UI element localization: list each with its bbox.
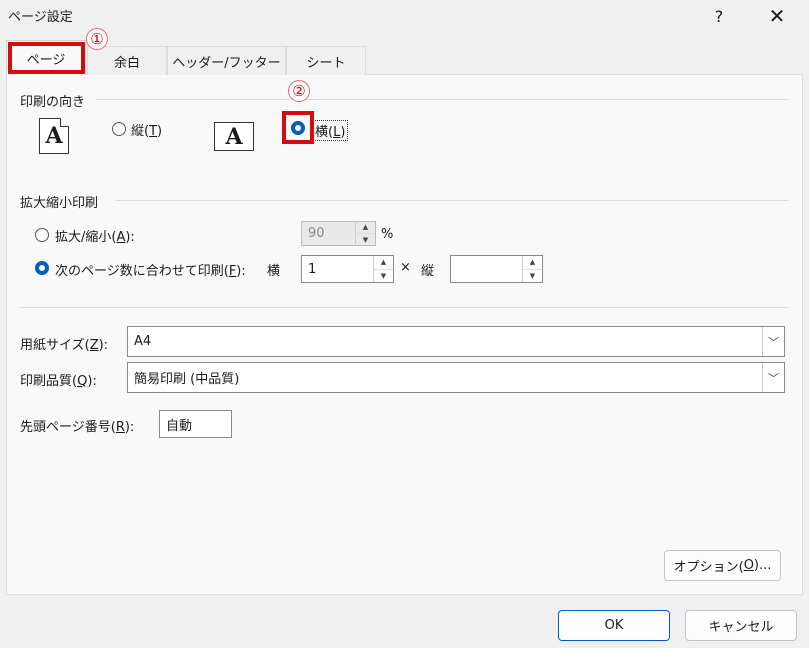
annotation-box-landscape <box>282 111 314 144</box>
scaling-divider <box>116 200 788 201</box>
print-quality-label-post: ): <box>87 374 97 389</box>
fit-radio[interactable] <box>35 261 49 275</box>
paper-size-label-pre: 用紙サイズ( <box>20 338 90 353</box>
cancel-button[interactable]: キャンセル <box>685 610 797 641</box>
fit-wide-down-icon[interactable]: ▼ <box>373 269 393 282</box>
fit-tall-label: 縦 <box>421 264 435 279</box>
options-label-post: )... <box>753 558 772 573</box>
paper-size-value: A4 <box>134 334 152 349</box>
portrait-key: T <box>149 124 158 139</box>
window-title: ページ設定 <box>8 10 73 25</box>
paper-size-label-post: ): <box>98 338 109 353</box>
options-button[interactable]: オプション(O)... <box>664 550 781 581</box>
portrait-radio[interactable] <box>112 122 126 136</box>
scaling-group-label: 拡大縮小印刷 <box>20 196 99 211</box>
portrait-icon-letter: A <box>45 123 63 149</box>
fit-label-pre: 次のページ数に合わせて印刷( <box>55 264 229 279</box>
help-button[interactable]: ? <box>696 0 742 32</box>
paper-size-select[interactable]: A4 ﹀ <box>127 326 785 357</box>
options-key: O <box>743 558 754 573</box>
landscape-label[interactable]: 横(L) <box>312 120 349 141</box>
print-quality-chevron-down-icon[interactable]: ﹀ <box>762 363 784 392</box>
tab-header-footer[interactable]: ヘッダー/フッター <box>167 46 286 75</box>
fit-tall-up-icon[interactable]: ▲ <box>522 256 542 270</box>
close-button[interactable]: ✕ <box>754 0 800 32</box>
portrait-page-icon: A <box>39 118 69 154</box>
ok-button[interactable]: OK <box>558 610 670 641</box>
orientation-divider <box>96 99 788 100</box>
orientation-group-label: 印刷の向き <box>20 95 86 110</box>
fit-wide-value: 1 <box>308 261 317 277</box>
fit-wide-up-icon[interactable]: ▲ <box>373 256 393 270</box>
first-page-label: 先頭ページ番号(R): <box>20 416 134 435</box>
landscape-icon-letter: A <box>225 123 243 150</box>
fit-wide-label: 横 <box>267 264 281 279</box>
paper-size-label: 用紙サイズ(Z): <box>20 334 108 353</box>
zoom-label-post: ): <box>125 230 135 245</box>
first-page-label-post: ): <box>124 420 135 435</box>
landscape-label-post: ) <box>340 125 346 140</box>
zoom-radio[interactable] <box>35 228 49 242</box>
paper-size-key: Z <box>89 338 99 353</box>
portrait-label-post: ) <box>157 124 163 139</box>
first-page-key: R <box>115 420 125 435</box>
zoom-up-icon[interactable]: ▲ <box>355 221 375 234</box>
first-page-value: 自動 <box>166 418 193 434</box>
zoom-value: 90 <box>308 226 325 241</box>
print-quality-key: Q <box>77 374 88 389</box>
print-quality-value: 簡易印刷 (中品質) <box>134 372 240 387</box>
annotation-number-two: ② <box>288 80 310 102</box>
zoom-down-icon[interactable]: ▼ <box>355 234 375 246</box>
zoom-spinner[interactable]: ▲ ▼ <box>355 221 375 246</box>
fit-tall-down-icon[interactable]: ▼ <box>522 269 542 282</box>
zoom-unit: % <box>381 227 394 242</box>
first-page-input[interactable]: 自動 <box>159 410 232 438</box>
print-quality-label-pre: 印刷品質( <box>20 374 78 389</box>
zoom-label[interactable]: 拡大/縮小(A): <box>55 226 135 245</box>
portrait-label-pre: 縦( <box>131 124 150 139</box>
print-quality-label: 印刷品質(Q): <box>20 370 97 389</box>
tab-sheet[interactable]: シート <box>286 46 366 75</box>
landscape-label-pre: 横( <box>315 125 334 140</box>
fit-tall-spinner[interactable]: ▲ ▼ <box>522 256 542 282</box>
options-label-pre: オプション( <box>673 560 744 575</box>
fit-wide-spinner[interactable]: ▲ ▼ <box>373 256 393 282</box>
portrait-label[interactable]: 縦(T) <box>131 120 162 139</box>
print-quality-select[interactable]: 簡易印刷 (中品質) ﹀ <box>127 362 785 393</box>
first-page-label-pre: 先頭ページ番号( <box>20 420 116 435</box>
annotation-number-one: ① <box>86 28 108 50</box>
tab-margin[interactable]: 余白 <box>87 46 167 75</box>
zoom-label-pre: 拡大/縮小( <box>55 230 117 245</box>
landscape-page-icon: A <box>214 122 254 151</box>
fit-label[interactable]: 次のページ数に合わせて印刷(F): <box>55 260 246 279</box>
paper-size-chevron-down-icon[interactable]: ﹀ <box>762 327 784 356</box>
annotation-box-tab <box>8 42 85 74</box>
times-sign: × <box>400 260 411 275</box>
fit-label-post: ): <box>236 264 246 279</box>
paper-divider <box>20 307 788 308</box>
